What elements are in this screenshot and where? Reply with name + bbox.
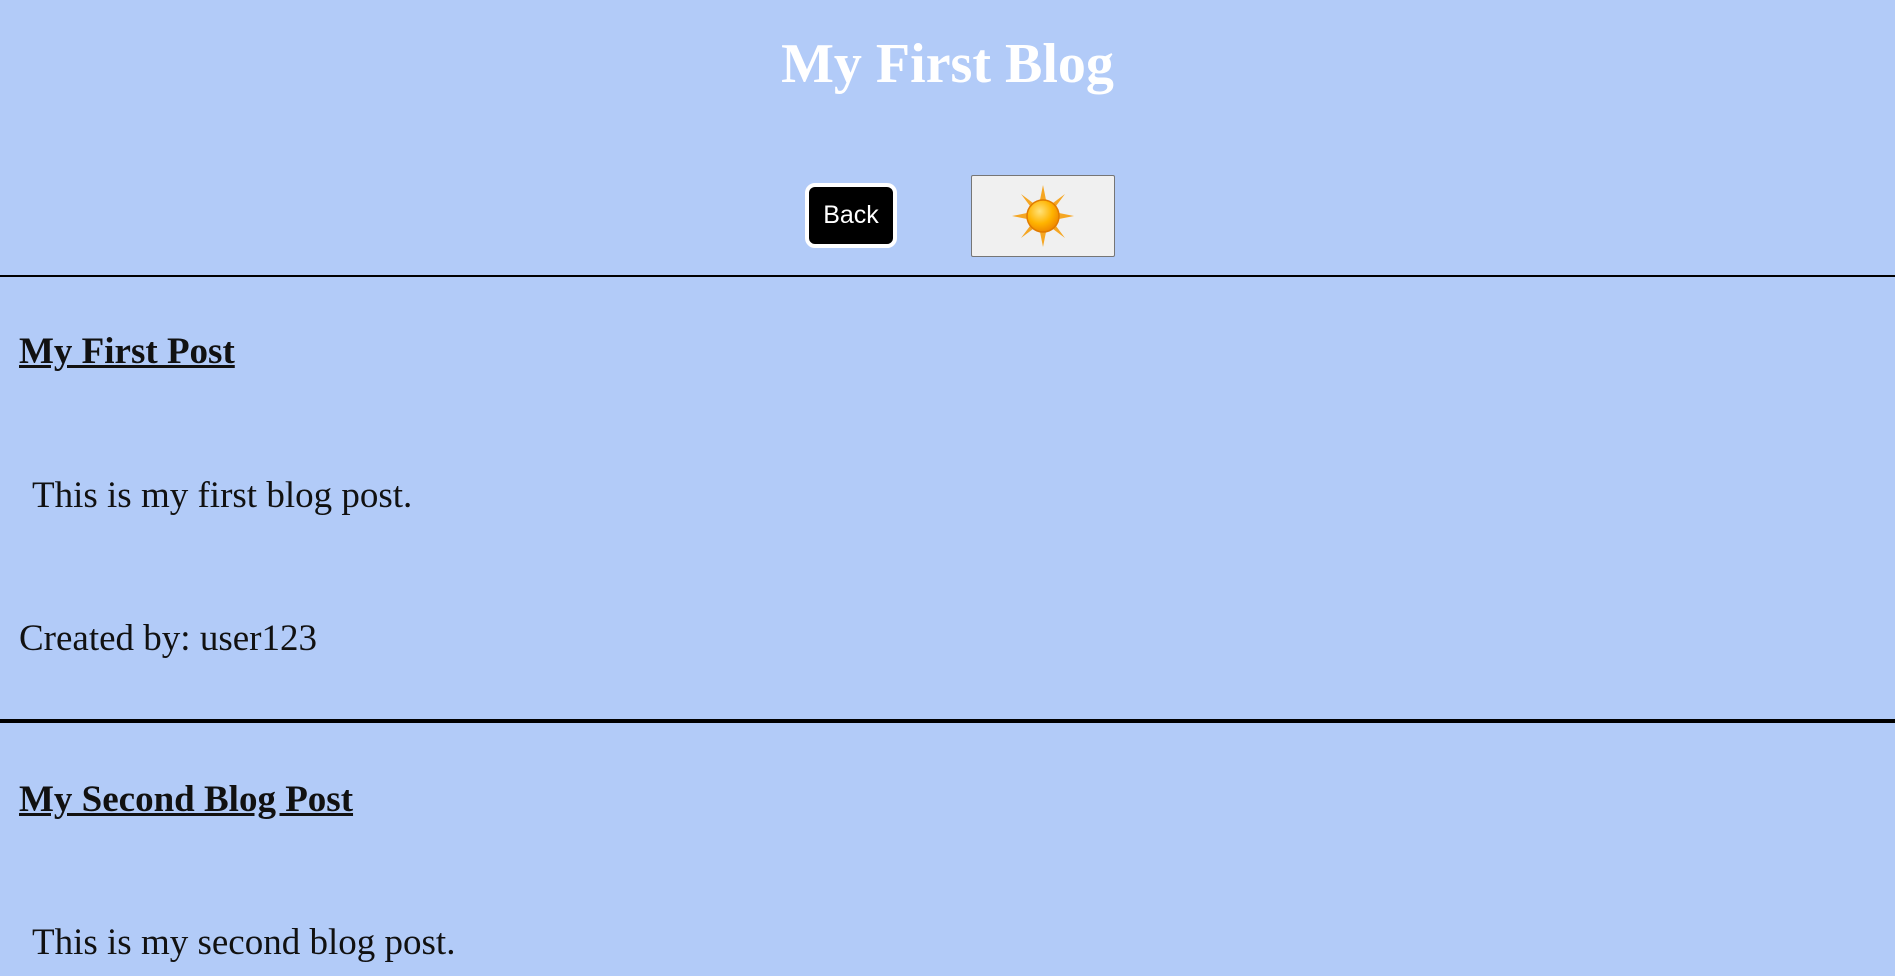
sun-icon: [1012, 185, 1074, 247]
blog-page: My First Blog Back My First Post This is…: [0, 0, 1895, 976]
post-card: My First Post This is my first blog post…: [0, 277, 1895, 723]
post-card: My Second Blog Post This is my second bl…: [0, 723, 1895, 976]
post-title[interactable]: My Second Blog Post: [19, 778, 353, 822]
blog-header: My First Blog Back: [0, 0, 1895, 277]
post-body: This is my second blog post.: [32, 922, 456, 963]
back-button[interactable]: Back: [805, 183, 897, 248]
post-author: Created by: user123: [19, 618, 317, 659]
post-title[interactable]: My First Post: [19, 330, 235, 374]
page-title: My First Blog: [781, 33, 1114, 95]
post-body: This is my first blog post.: [32, 475, 413, 516]
theme-toggle-button[interactable]: [971, 175, 1115, 257]
